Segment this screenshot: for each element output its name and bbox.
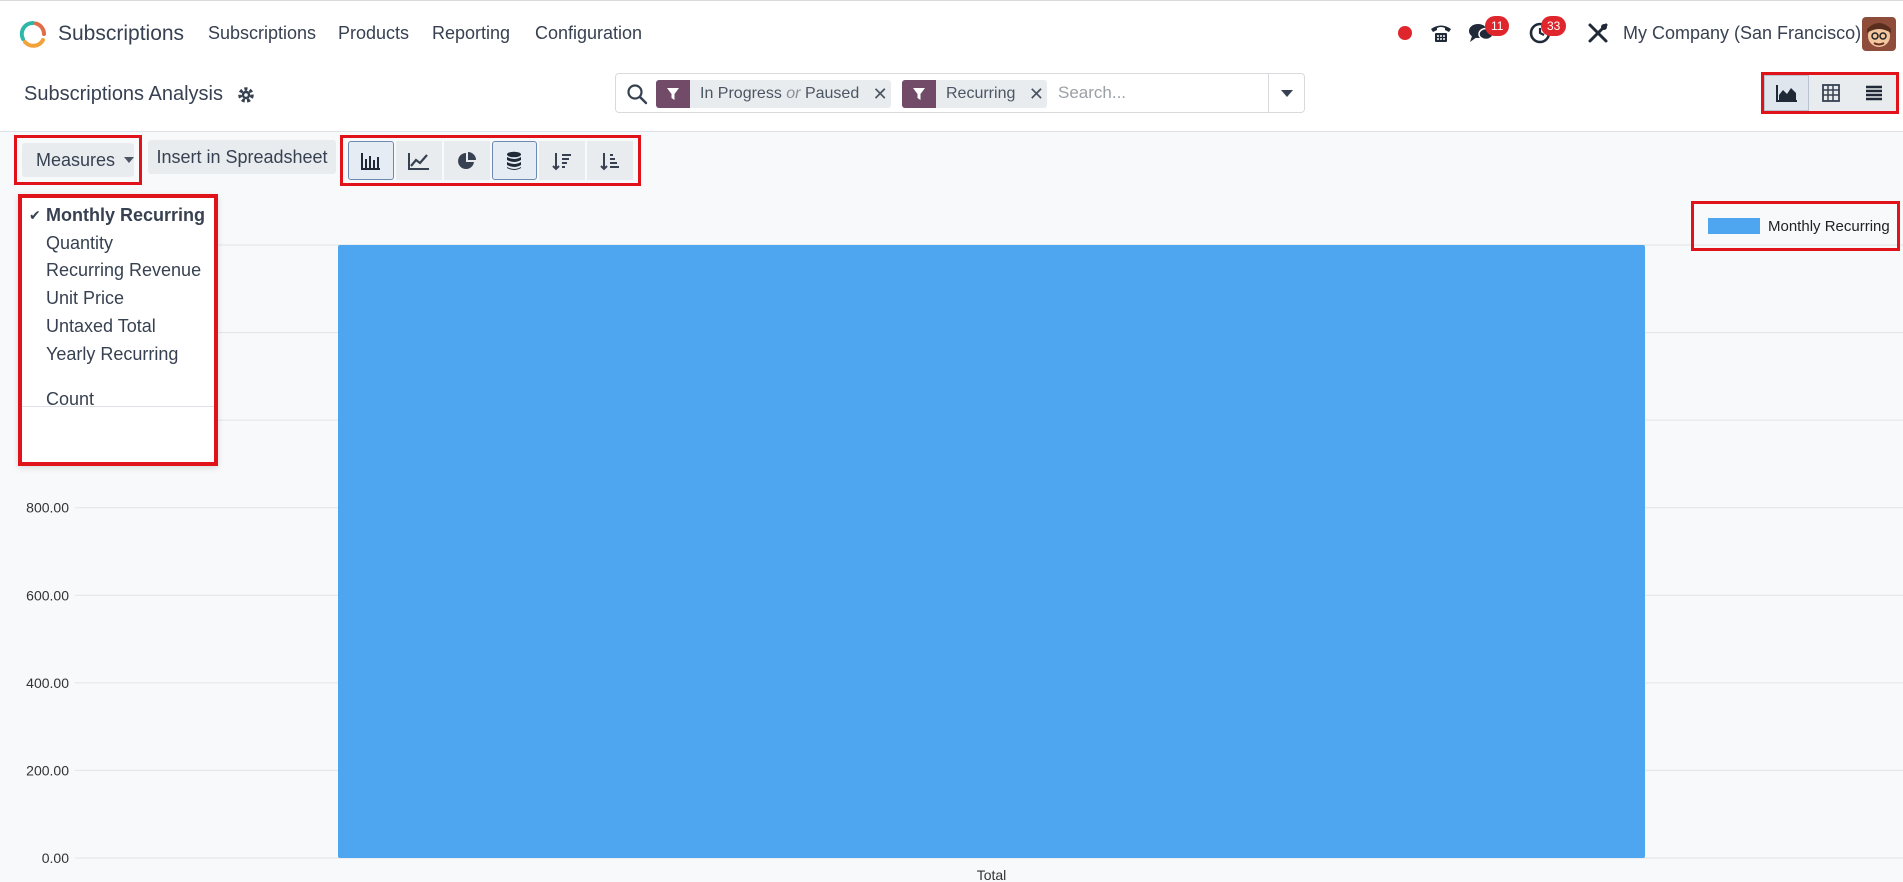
activities-badge: 33	[1541, 16, 1567, 36]
database-icon	[507, 151, 522, 170]
chart-mode-toolbar	[340, 135, 641, 186]
facet-label: Recurring	[946, 85, 1016, 102]
messages-badge: 11	[1485, 16, 1510, 36]
table-icon	[1822, 84, 1840, 102]
user-avatar[interactable]	[1862, 17, 1896, 51]
sort-ascending-icon	[600, 152, 620, 170]
remove-facet-icon[interactable]: ✕	[869, 80, 891, 108]
y-tick-label: 0.00	[42, 850, 69, 866]
caret-down-icon	[1280, 89, 1293, 97]
area-chart-icon	[1775, 85, 1797, 102]
list-view-button[interactable]	[1852, 75, 1896, 111]
nav-configuration[interactable]: Configuration	[535, 23, 642, 44]
legend-swatch[interactable]	[1708, 218, 1760, 234]
bar-chart: 0.00 200.00 400.00 600.00 800.00 Total	[26, 244, 1903, 882]
measure-item-monthly-recurring[interactable]: Monthly Recurring	[46, 205, 205, 226]
search-bar[interactable]: In Progress or Paused ✕ Recurring ✕ Sear…	[615, 73, 1305, 113]
control-panel: Subscriptions Analysis In Progress or Pa…	[0, 66, 1903, 132]
measure-item-recurring-revenue[interactable]: Recurring Revenue	[46, 260, 201, 281]
app-logo-icon[interactable]	[19, 20, 47, 48]
phone-icon[interactable]	[1427, 19, 1455, 47]
nav-subscriptions[interactable]: Subscriptions	[208, 23, 316, 44]
measure-item-quantity[interactable]: Quantity	[46, 233, 113, 254]
nav-reporting[interactable]: Reporting	[432, 23, 510, 44]
stacked-button[interactable]	[491, 141, 538, 180]
chart-legend: Monthly Recurring	[1691, 201, 1900, 251]
legend-label[interactable]: Monthly Recurring	[1768, 218, 1890, 235]
top-navbar: Subscriptions Subscriptions Products Rep…	[0, 0, 1903, 66]
measures-dropdown: ✔ Monthly Recurring Quantity Recurring R…	[18, 194, 218, 466]
nav-products[interactable]: Products	[338, 23, 409, 44]
x-tick-label: Total	[977, 867, 1007, 882]
company-switcher[interactable]: My Company (San Francisco)	[1623, 23, 1861, 44]
measure-item-yearly-recurring[interactable]: Yearly Recurring	[46, 344, 178, 365]
y-tick-label: 400.00	[26, 675, 69, 691]
sort-descending-icon	[552, 152, 572, 170]
filter-icon	[656, 80, 690, 108]
remove-facet-icon[interactable]: ✕	[1025, 80, 1047, 108]
measures-button[interactable]: Measures	[22, 143, 135, 177]
graph-content: 0.00 200.00 400.00 600.00 800.00 Total Measur…	[0, 132, 1903, 882]
caret-down-icon	[124, 157, 135, 163]
sort-descending-button[interactable]	[539, 141, 586, 180]
view-switcher	[1761, 72, 1899, 114]
graph-view-button[interactable]	[1764, 75, 1810, 111]
measure-item-untaxed-total[interactable]: Untaxed Total	[46, 316, 156, 337]
y-tick-label: 600.00	[26, 587, 69, 603]
filter-icon	[902, 80, 936, 108]
measure-item-unit-price[interactable]: Unit Price	[46, 288, 124, 309]
search-icon	[626, 83, 648, 105]
record-icon[interactable]	[1391, 19, 1419, 47]
y-tick-label: 800.00	[26, 500, 69, 516]
bar-chart-icon	[360, 152, 380, 170]
pivot-view-button[interactable]	[1809, 75, 1853, 111]
facet-label: In Progress or Paused	[700, 85, 860, 102]
sort-ascending-button[interactable]	[587, 141, 633, 180]
search-options-toggle[interactable]	[1268, 74, 1304, 112]
insert-in-spreadsheet-button[interactable]: Insert in Spreadsheet	[148, 140, 336, 174]
search-input[interactable]: Search...	[1058, 83, 1126, 103]
tools-icon[interactable]	[1584, 19, 1612, 47]
measure-item-count[interactable]: Count	[46, 389, 94, 410]
filter-facet-recurring[interactable]: Recurring ✕	[902, 80, 1048, 108]
line-chart-button[interactable]	[395, 141, 442, 180]
bar[interactable]	[338, 245, 1645, 858]
filter-facet-status[interactable]: In Progress or Paused ✕	[656, 80, 892, 108]
page-title: Subscriptions Analysis	[24, 83, 223, 105]
pie-chart-icon	[457, 151, 476, 169]
list-icon	[1866, 85, 1883, 101]
check-icon: ✔	[29, 207, 41, 223]
y-tick-label: 200.00	[26, 762, 69, 778]
app-name[interactable]: Subscriptions	[58, 22, 184, 46]
bar-chart-button[interactable]	[348, 141, 394, 180]
line-chart-icon	[407, 152, 429, 170]
measures-highlight: Measures	[14, 135, 142, 185]
pie-chart-button[interactable]	[443, 141, 490, 180]
gear-icon[interactable]	[236, 85, 256, 105]
